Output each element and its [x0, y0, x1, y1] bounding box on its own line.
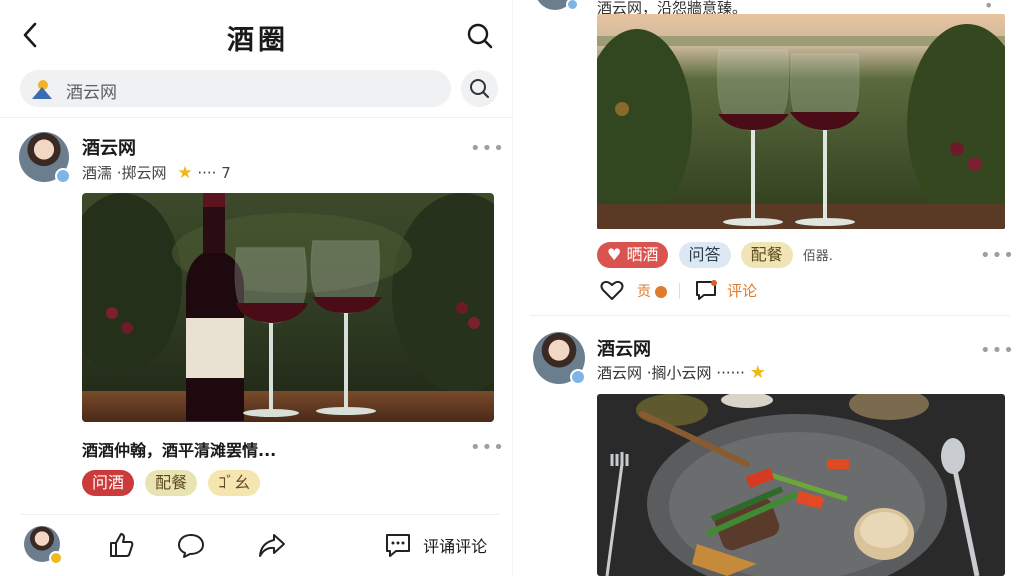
comment-entry-label: 评诵评论: [423, 537, 488, 556]
post-author[interactable]: 酒云网: [597, 335, 651, 361]
divider: [20, 514, 500, 515]
comment-entry-button[interactable]: 评诵评论: [384, 532, 487, 558]
tag-show-wine[interactable]: ♥ 晒酒: [597, 242, 669, 268]
search-icon: [470, 79, 490, 99]
tag-pairing[interactable]: 配餐: [740, 242, 793, 268]
chevron-left-icon: [23, 22, 37, 48]
more-options-button[interactable]: •••: [470, 138, 505, 159]
share-button[interactable]: [256, 531, 288, 559]
divider: [530, 315, 1010, 316]
more-options-button[interactable]: •••: [980, 340, 1015, 361]
star-icon: ★: [749, 362, 766, 383]
wine-photo: [82, 193, 494, 422]
comment-icon: [696, 280, 717, 300]
verified-badge-icon: [566, 0, 579, 11]
page-title: 酒圈: [227, 25, 289, 56]
post-image[interactable]: [597, 14, 1005, 229]
post-subline-text: 酒濡 ·掷云网: [82, 164, 167, 182]
comment-label: 评论: [727, 281, 758, 300]
verified-badge-icon: [570, 369, 586, 385]
post-subline: 酒濡 ·掷云网 ★ ···· 7: [82, 162, 231, 183]
post-caption[interactable]: 酒酒仲翰，酒平清滩罢情...: [82, 437, 276, 461]
like-button[interactable]: [106, 530, 136, 560]
brand-logo-icon: [32, 80, 52, 99]
caption-more-button[interactable]: •••: [470, 437, 505, 458]
food-photo: [597, 394, 1005, 576]
action-divider: [679, 283, 680, 299]
thumbs-up-icon: [110, 533, 134, 557]
search-input[interactable]: 酒云网: [66, 78, 117, 103]
wine-glasses-photo: [597, 14, 1005, 229]
more-options-button[interactable]: •••: [980, 245, 1015, 266]
tag-list: 问酒 配餐 ｺﾞ幺: [82, 470, 261, 496]
more-options-button[interactable]: •: [984, 0, 994, 15]
divider: [0, 117, 512, 118]
search-icon: [467, 23, 493, 49]
badge-icon: [49, 551, 63, 565]
tag-extra[interactable]: 佰器.: [803, 249, 833, 264]
post-image[interactable]: [82, 193, 494, 422]
panel-divider: [512, 0, 513, 576]
verified-badge-icon: [55, 168, 71, 184]
coin-icon: [655, 286, 668, 298]
like-button[interactable]: [600, 279, 624, 301]
tag-pairing[interactable]: 配餐: [145, 470, 198, 496]
tag-list: ♥ 晒酒 问答 配餐 佰器.: [597, 242, 833, 268]
star-icon: ★: [177, 163, 193, 183]
tag-wine-question[interactable]: 问酒: [82, 470, 135, 496]
search-submit-button[interactable]: [461, 70, 498, 107]
header-search-button[interactable]: [465, 21, 495, 51]
tag-misc[interactable]: ｺﾞ幺: [208, 470, 261, 496]
heart-icon: ♥: [607, 245, 622, 264]
search-bar[interactable]: 酒云网: [20, 70, 451, 107]
post-subline-count: ···· 7: [197, 164, 231, 182]
comment-box-icon: [386, 534, 410, 557]
comment-button[interactable]: [176, 531, 206, 559]
back-button[interactable]: [18, 20, 44, 50]
heart-outline-icon: [600, 280, 624, 300]
post-image[interactable]: [597, 394, 1005, 576]
speech-bubble-icon: [178, 534, 204, 558]
share-arrow-icon: [259, 534, 285, 557]
post-subline: 酒云网 ·搁小云网 ······ ★: [597, 362, 766, 383]
tag-qa[interactable]: 问答: [678, 242, 731, 268]
comment-button[interactable]: 评论: [694, 279, 757, 301]
like-count: 贡: [637, 281, 668, 301]
post-author[interactable]: 酒云网: [82, 134, 136, 160]
